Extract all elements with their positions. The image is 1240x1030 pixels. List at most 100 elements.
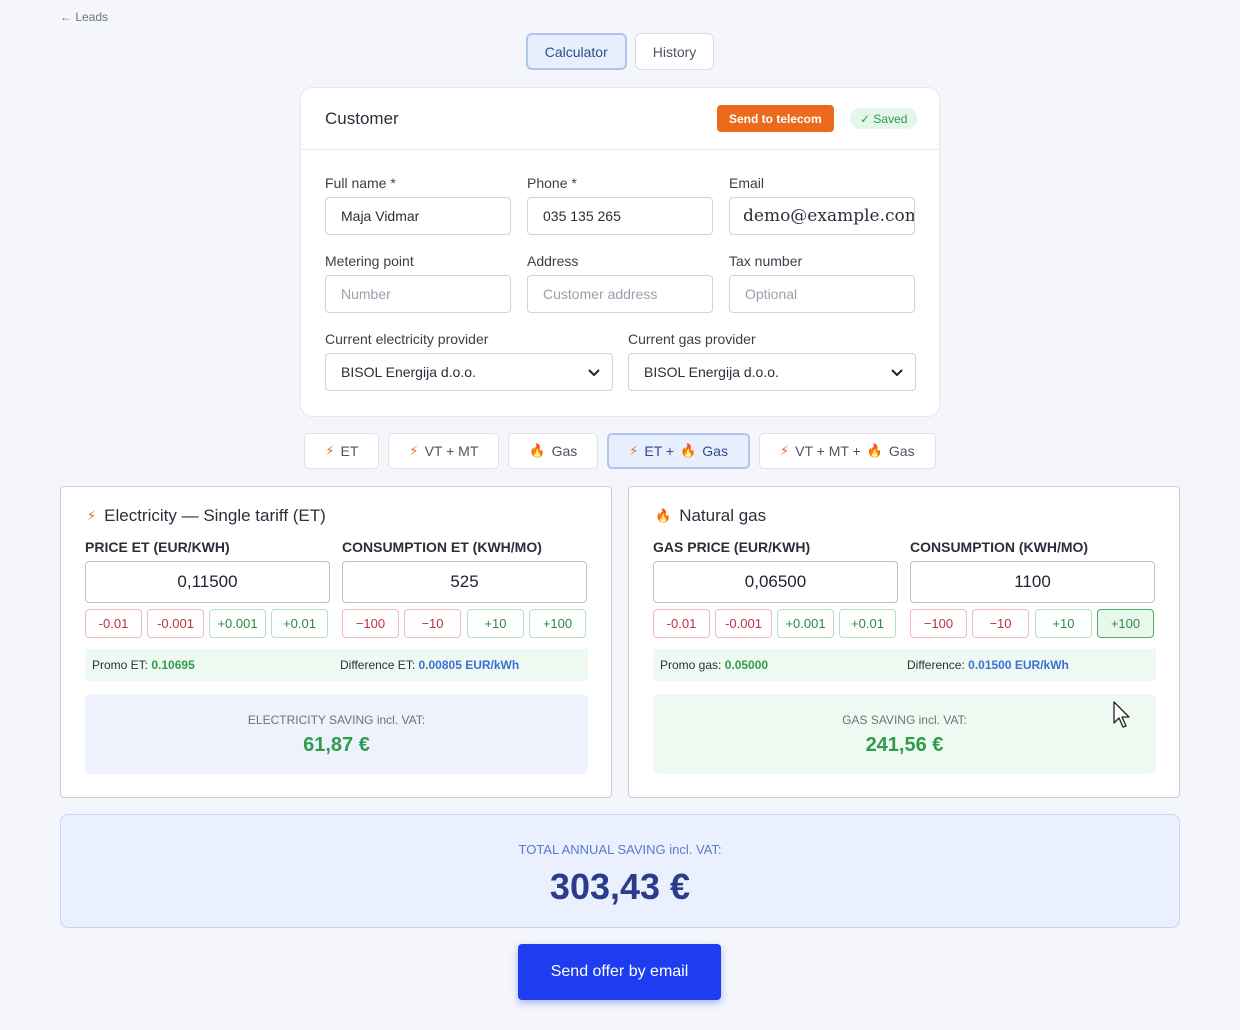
mouse-cursor-icon [1113,701,1130,728]
mode-tabs: ⚡ ET ⚡ VT + MT 🔥 Gas ⚡ ET + 🔥 Gas ⚡ VT +… [0,433,1240,469]
mode-tab-label: ET [340,443,359,459]
phone-input[interactable]: 035 135 265 [527,197,713,235]
flame-icon: 🔥 [655,508,672,523]
promo-gas-label: Promo gas: [660,658,722,672]
difference-et: Difference ET: 0.00805 EUR/kWh [340,658,519,672]
metering-point-label: Metering point [325,253,414,269]
electricity-provider-value: BISOL Energija d.o.o. [341,364,476,380]
electricity-provider-select[interactable]: BISOL Energija d.o.o. [325,353,613,391]
gas-price-input[interactable]: 0,06500 [653,561,898,603]
gas-price-label: GAS PRICE (EUR/KWH) [653,539,811,555]
promo-et-value: 0.10695 [151,658,195,672]
flame-icon: 🔥 [529,443,546,458]
gas-consumption-input[interactable]: 1100 [910,561,1155,603]
mode-tab-label: VT + MT + [795,443,861,459]
mode-tab-gas[interactable]: 🔥 Gas [508,433,599,469]
mode-tab-vt-mt[interactable]: ⚡ VT + MT [388,433,500,469]
gas-cons-step-minus-10-button[interactable]: −10 [972,609,1029,638]
price-step-minus-0001-button[interactable]: -0.001 [147,609,204,638]
mode-tab-et-gas[interactable]: ⚡ ET + 🔥 Gas [607,433,750,469]
total-saving-label: TOTAL ANNUAL SAVING incl. VAT: [518,842,722,857]
gas-title-text: Natural gas [679,506,767,525]
gas-saving-value: 241,56 € [865,734,944,756]
mode-tab-label: Gas [702,443,728,459]
cons-step-plus-10-button[interactable]: +10 [467,609,524,638]
electricity-provider-label: Current electricity provider [325,331,489,347]
send-offer-email-button[interactable]: Send offer by email [518,944,721,1000]
total-saving-value: 303,43 € [549,866,691,907]
email-input[interactable]: demo@example.com [729,197,915,235]
gas-price-step-plus-001-button[interactable]: +0.01 [839,609,896,638]
difference-gas-label: Difference: [907,658,965,672]
phone-label: Phone * [527,175,577,191]
difference-gas-value: 0.01500 EUR/kWh [968,658,1069,672]
price-step-plus-0001-button[interactable]: +0.001 [209,609,266,638]
price-step-plus-001-button[interactable]: +0.01 [271,609,328,638]
top-tabs: Calculator History [0,33,1240,70]
mode-tab-et[interactable]: ⚡ ET [304,433,380,469]
mode-tab-label: Gas [551,443,578,459]
gas-card: 🔥 Natural gas GAS PRICE (EUR/KWH) CONSUM… [628,486,1180,798]
flame-icon: 🔥 [680,443,697,458]
price-step-minus-001-button[interactable]: -0.01 [85,609,142,638]
electricity-title: ⚡ Electricity — Single tariff (ET) [87,506,326,526]
gas-provider-select[interactable]: BISOL Energija d.o.o. [628,353,916,391]
consumption-et-label: CONSUMPTION ET (KWH/MO) [342,539,542,555]
electricity-saving-label: ELECTRICITY SAVING incl. VAT: [247,713,426,727]
bolt-icon: ⚡ [779,443,790,458]
gas-cons-step-plus-10-button[interactable]: +10 [1035,609,1092,638]
metering-point-input[interactable]: Number [325,275,511,313]
address-input[interactable]: Customer address [527,275,713,313]
bolt-icon: ⚡ [325,443,335,458]
gas-provider-value: BISOL Energija d.o.o. [644,364,779,380]
gas-cons-step-plus-100-button[interactable]: +100 [1097,609,1154,638]
gas-price-step-minus-0001-button[interactable]: -0.001 [715,609,772,638]
promo-gas-value: 0.05000 [724,658,769,672]
bolt-icon: ⚡ [409,443,419,458]
electricity-saving-value: 61,87 € [303,734,370,756]
back-to-leads-link[interactable]: ← Leads [60,10,108,24]
cons-step-minus-10-button[interactable]: −10 [404,609,461,638]
promo-et: Promo ET: 0.10695 [92,658,195,672]
price-et-input[interactable]: 0,11500 [85,561,330,603]
mode-tab-label: ET + [644,443,675,459]
gas-saving-box: GAS SAVING incl. VAT: 241,56 € [653,694,1156,774]
promo-et-label: Promo ET: [92,658,149,672]
chevron-down-icon [891,369,903,377]
tax-number-input[interactable]: Optional [729,275,915,313]
send-to-telecom-button[interactable]: Send to telecom [717,105,834,132]
bolt-icon: ⚡ [87,508,97,523]
price-et-label: PRICE ET (EUR/KWH) [85,539,230,555]
difference-et-value: 0.00805 EUR/kWh [418,658,520,672]
customer-title: Customer [325,109,399,128]
mode-tab-label: VT + MT [424,443,479,459]
mode-tab-vt-mt-gas[interactable]: ⚡ VT + MT + 🔥 Gas [758,433,936,469]
gas-title: 🔥 Natural gas [655,506,766,526]
electricity-title-text: Electricity — Single tariff (ET) [104,506,326,525]
bolt-icon: ⚡ [629,443,639,458]
saved-badge: ✓ Saved [850,108,918,129]
tab-calculator[interactable]: Calculator [525,33,627,70]
cons-step-minus-100-button[interactable]: −100 [342,609,399,638]
gas-info-bar: Promo gas: 0.05000 Difference: 0.01500 E… [653,649,1156,681]
total-saving-box: TOTAL ANNUAL SAVING incl. VAT: 303,43 € [60,814,1180,928]
gas-cons-step-minus-100-button[interactable]: −100 [910,609,967,638]
gas-provider-label: Current gas provider [628,331,756,347]
mode-tab-label: Gas [888,443,915,459]
full-name-input[interactable]: Maja Vidmar [325,197,511,235]
gas-price-step-minus-001-button[interactable]: -0.01 [653,609,710,638]
flame-icon: 🔥 [866,443,883,458]
email-label: Email [729,175,765,191]
consumption-et-input[interactable]: 525 [342,561,587,603]
gas-price-step-plus-0001-button[interactable]: +0.001 [777,609,834,638]
tab-history[interactable]: History [634,33,715,70]
full-name-label: Full name * [325,175,396,191]
tax-number-label: Tax number [729,253,803,269]
customer-header: Customer Send to telecom ✓ Saved [301,88,939,150]
gas-consumption-label: CONSUMPTION (KWH/MO) [910,539,1089,555]
electricity-info-bar: Promo ET: 0.10695 Difference ET: 0.00805… [85,649,588,681]
gas-saving-label: GAS SAVING incl. VAT: [842,713,967,727]
difference-et-label: Difference ET: [340,658,416,672]
chevron-down-icon [588,369,600,377]
cons-step-plus-100-button[interactable]: +100 [529,609,586,638]
